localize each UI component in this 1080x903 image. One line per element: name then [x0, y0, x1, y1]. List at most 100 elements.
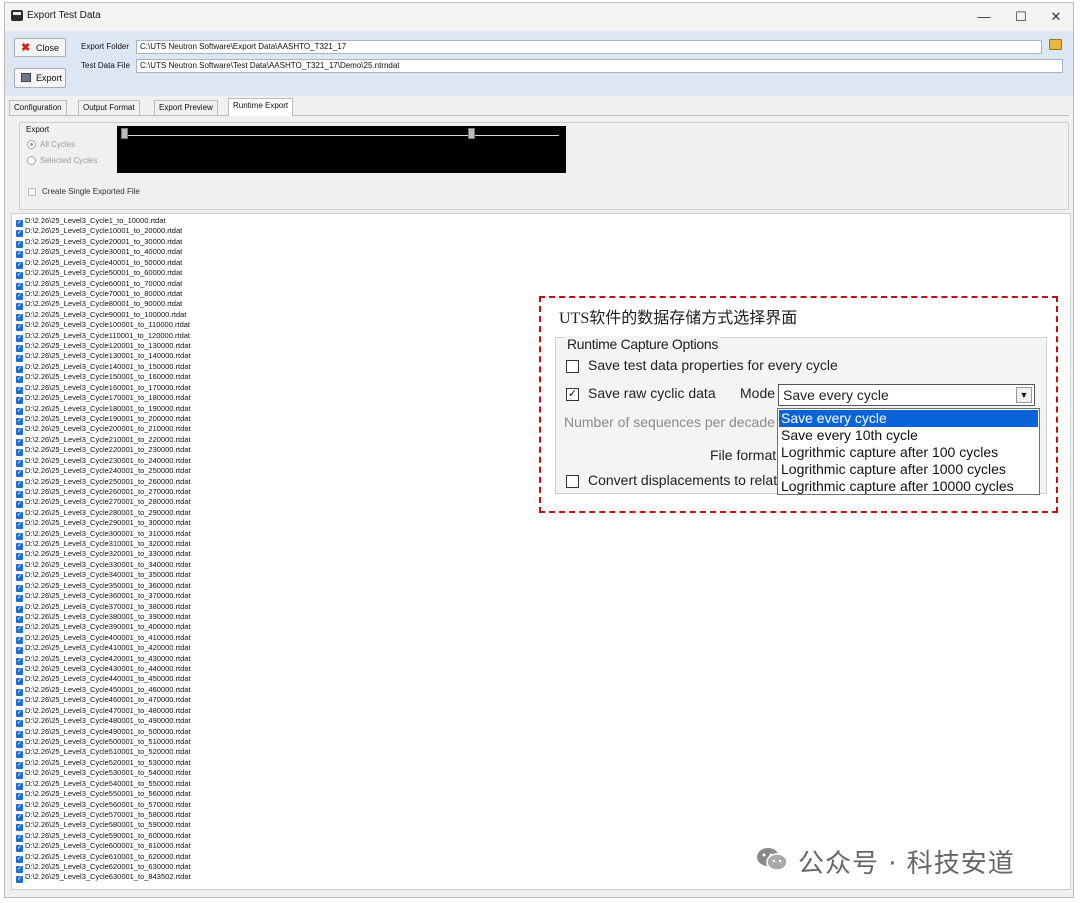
list-item[interactable]: ✓ D:\2.26\25_Level3_Cycle10001_to_20000.r…	[16, 226, 182, 238]
list-item[interactable]: ✓ D:\2.26\25_Level3_Cycle460001_to_470000…	[16, 695, 191, 707]
list-item[interactable]: ✓ D:\2.26\25_Level3_Cycle70001_to_80000.r…	[16, 289, 182, 300]
list-item[interactable]: ✓ D:\2.26\25_Level3_Cycle50001_to_60000.r…	[16, 268, 182, 280]
slider-start-handle[interactable]	[121, 128, 128, 139]
mode-select[interactable]: Save every cycle ▼	[778, 384, 1035, 406]
list-item[interactable]: ✓ D:\2.26\25_Level3_Cycle110001_to_120000…	[16, 331, 190, 342]
list-item[interactable]: ✓ D:\2.26\25_Level3_Cycle80001_to_90000.r…	[16, 299, 182, 311]
selected-cycles-radio[interactable]	[27, 156, 36, 165]
all-cycles-radio[interactable]	[27, 140, 36, 149]
list-item[interactable]: ✓ D:\2.26\25_Level3_Cycle410001_to_420000…	[16, 643, 191, 655]
list-item[interactable]: ✓ D:\2.26\25_Level3_Cycle290001_to_300000…	[16, 518, 191, 530]
list-item[interactable]: ✓ D:\2.26\25_Level3_Cycle270001_to_280000…	[16, 497, 191, 509]
tab-runtime-export[interactable]: Runtime Export	[228, 98, 294, 116]
mode-select-value: Save every cycle	[783, 387, 889, 403]
folder-icon[interactable]	[1049, 39, 1062, 50]
mode-option[interactable]: Save every 10th cycle	[779, 427, 1038, 444]
list-item-label: D:\2.26\25_Level3_Cycle400001_to_410000.…	[25, 632, 191, 642]
export-folder-field[interactable]: C:\UTS Neutron Software\Export Data\AASH…	[136, 40, 1042, 54]
list-item[interactable]: ✓ D:\2.26\25_Level3_Cycle190001_to_200000…	[16, 414, 191, 425]
list-item[interactable]: ✓ D:\2.26\25_Level3_Cycle120001_to_130000…	[16, 341, 191, 353]
save-raw-checkbox[interactable]: ✓	[566, 388, 579, 401]
list-item-label: D:\2.26\25_Level3_Cycle280001_to_290000.…	[25, 507, 191, 517]
list-item[interactable]: ✓ D:\2.26\25_Level3_Cycle30001_to_40000.r…	[16, 247, 182, 259]
list-item[interactable]: ✓ D:\2.26\25_Level3_Cycle450001_to_460000…	[16, 685, 191, 696]
close-button[interactable]: ✖ Close	[14, 38, 66, 57]
list-item[interactable]: ✓ D:\2.26\25_Level3_Cycle580001_to_590000…	[16, 820, 191, 832]
list-item[interactable]: ✓ D:\2.26\25_Level3_Cycle100001_to_110000…	[16, 320, 190, 332]
list-item[interactable]: ✓ D:\2.26\25_Level3_Cycle210001_to_220000…	[16, 435, 191, 446]
list-item[interactable]: ✓ D:\2.26\25_Level3_Cycle330001_to_340000…	[16, 560, 191, 571]
list-item[interactable]: ✓ D:\2.26\25_Level3_Cycle480001_to_490000…	[16, 716, 191, 728]
list-item[interactable]: ✓ D:\2.26\25_Level3_Cycle1_to_10000.rtdat	[16, 216, 166, 227]
list-item[interactable]: ✓ D:\2.26\25_Level3_Cycle280001_to_290000…	[16, 507, 191, 519]
list-item[interactable]: ✓ D:\2.26\25_Level3_Cycle240001_to_250000…	[16, 466, 191, 478]
list-item[interactable]: ✓ D:\2.26\25_Level3_Cycle360001_to_370000…	[16, 591, 191, 603]
list-item[interactable]: ✓ D:\2.26\25_Level3_Cycle300001_to_310000…	[16, 529, 191, 540]
list-item[interactable]: ✓ D:\2.26\25_Level3_Cycle200001_to_210000…	[16, 424, 191, 436]
list-item[interactable]: ✓ D:\2.26\25_Level3_Cycle500001_to_510000…	[16, 737, 191, 748]
list-item[interactable]: ✓ D:\2.26\25_Level3_Cycle20001_to_30000.r…	[16, 237, 182, 248]
list-item[interactable]: ✓ D:\2.26\25_Level3_Cycle230001_to_240000…	[16, 456, 191, 467]
list-item[interactable]: ✓ D:\2.26\25_Level3_Cycle140001_to_150000…	[16, 362, 191, 373]
export-button[interactable]: Export	[14, 68, 66, 88]
close-window-button[interactable]: ✕	[1039, 5, 1073, 29]
cycle-range-slider[interactable]	[117, 126, 566, 173]
maximize-button[interactable]: ☐	[1004, 5, 1038, 29]
list-item[interactable]: ✓ D:\2.26\25_Level3_Cycle160001_to_170000…	[16, 383, 191, 394]
create-single-checkbox[interactable]	[28, 188, 36, 196]
list-item[interactable]: ✓ D:\2.26\25_Level3_Cycle630001_to_843502…	[16, 872, 191, 884]
list-item[interactable]: ✓ D:\2.26\25_Level3_Cycle250001_to_260000…	[16, 477, 191, 488]
list-item-checkbox[interactable]: ✓	[16, 876, 23, 884]
list-item[interactable]: ✓ D:\2.26\25_Level3_Cycle170001_to_180000…	[16, 393, 191, 405]
mode-option[interactable]: Logrithmic capture after 10000 cycles	[779, 478, 1038, 495]
list-item[interactable]: ✓ D:\2.26\25_Level3_Cycle440001_to_450000…	[16, 674, 191, 686]
save-properties-checkbox[interactable]	[566, 360, 579, 373]
list-item[interactable]: ✓ D:\2.26\25_Level3_Cycle60001_to_70000.r…	[16, 279, 182, 290]
list-item[interactable]: ✓ D:\2.26\25_Level3_Cycle570001_to_580000…	[16, 810, 191, 821]
list-item[interactable]: ✓ D:\2.26\25_Level3_Cycle560001_to_570000…	[16, 800, 191, 811]
list-item[interactable]: ✓ D:\2.26\25_Level3_Cycle610001_to_620000…	[16, 852, 191, 863]
list-item[interactable]: ✓ D:\2.26\25_Level3_Cycle520001_to_530000…	[16, 758, 191, 769]
chevron-down-icon[interactable]: ▼	[1016, 387, 1032, 403]
list-item[interactable]: ✓ D:\2.26\25_Level3_Cycle600001_to_610000…	[16, 841, 191, 853]
list-item[interactable]: ✓ D:\2.26\25_Level3_Cycle380001_to_390000…	[16, 612, 191, 623]
export-group: Export All Cycles Selected Cycles Create…	[19, 122, 1069, 210]
list-item[interactable]: ✓ D:\2.26\25_Level3_Cycle540001_to_550000…	[16, 779, 191, 790]
list-item-label: D:\2.26\25_Level3_Cycle580001_to_590000.…	[25, 820, 191, 830]
tab-output-format[interactable]: Output Format	[78, 100, 140, 115]
list-item[interactable]: ✓ D:\2.26\25_Level3_Cycle530001_to_540000…	[16, 768, 191, 780]
convert-displacements-checkbox[interactable]	[566, 475, 579, 488]
list-item[interactable]: ✓ D:\2.26\25_Level3_Cycle150001_to_160000…	[16, 372, 191, 384]
list-item[interactable]: ✓ D:\2.26\25_Level3_Cycle490001_to_500000…	[16, 727, 191, 738]
mode-option[interactable]: Save every cycle	[779, 410, 1038, 427]
tab-configuration[interactable]: Configuration	[9, 100, 67, 115]
slider-track	[123, 135, 559, 136]
list-item[interactable]: ✓ D:\2.26\25_Level3_Cycle40001_to_50000.r…	[16, 258, 182, 269]
list-item[interactable]: ✓ D:\2.26\25_Level3_Cycle340001_to_350000…	[16, 570, 191, 582]
list-item[interactable]: ✓ D:\2.26\25_Level3_Cycle90001_to_100000.…	[16, 310, 186, 321]
list-item[interactable]: ✓ D:\2.26\25_Level3_Cycle220001_to_230000…	[16, 445, 191, 457]
list-item[interactable]: ✓ D:\2.26\25_Level3_Cycle470001_to_480000…	[16, 706, 191, 717]
tab-export-preview[interactable]: Export Preview	[154, 100, 218, 115]
list-item[interactable]: ✓ D:\2.26\25_Level3_Cycle400001_to_410000…	[16, 632, 191, 644]
sequences-per-decade-label: Number of sequences per decade	[564, 414, 775, 430]
minimize-button[interactable]: —	[967, 5, 1001, 29]
list-item[interactable]: ✓ D:\2.26\25_Level3_Cycle590001_to_600000…	[16, 831, 191, 842]
list-item[interactable]: ✓ D:\2.26\25_Level3_Cycle320001_to_330000…	[16, 549, 191, 561]
list-item[interactable]: ✓ D:\2.26\25_Level3_Cycle430001_to_440000…	[16, 664, 191, 676]
list-item[interactable]: ✓ D:\2.26\25_Level3_Cycle310001_to_320000…	[16, 539, 191, 551]
test-data-file-field[interactable]: C:\UTS Neutron Software\Test Data\AASHTO…	[136, 59, 1063, 73]
mode-option[interactable]: Logrithmic capture after 1000 cycles	[779, 461, 1038, 478]
list-item[interactable]: ✓ D:\2.26\25_Level3_Cycle620001_to_630000…	[16, 862, 191, 874]
slider-end-handle[interactable]	[468, 128, 475, 139]
list-item[interactable]: ✓ D:\2.26\25_Level3_Cycle390001_to_400000…	[16, 622, 191, 634]
list-item[interactable]: ✓ D:\2.26\25_Level3_Cycle260001_to_270000…	[16, 487, 191, 498]
list-item[interactable]: ✓ D:\2.26\25_Level3_Cycle550001_to_560000…	[16, 789, 191, 801]
list-item[interactable]: ✓ D:\2.26\25_Level3_Cycle420001_to_430000…	[16, 654, 191, 665]
list-item[interactable]: ✓ D:\2.26\25_Level3_Cycle510001_to_520000…	[16, 747, 191, 759]
list-item[interactable]: ✓ D:\2.26\25_Level3_Cycle180001_to_190000…	[16, 404, 191, 415]
mode-option[interactable]: Logrithmic capture after 100 cycles	[779, 444, 1038, 461]
list-item[interactable]: ✓ D:\2.26\25_Level3_Cycle130001_to_140000…	[16, 351, 191, 363]
list-item[interactable]: ✓ D:\2.26\25_Level3_Cycle370001_to_380000…	[16, 602, 191, 613]
list-item[interactable]: ✓ D:\2.26\25_Level3_Cycle350001_to_360000…	[16, 581, 191, 592]
